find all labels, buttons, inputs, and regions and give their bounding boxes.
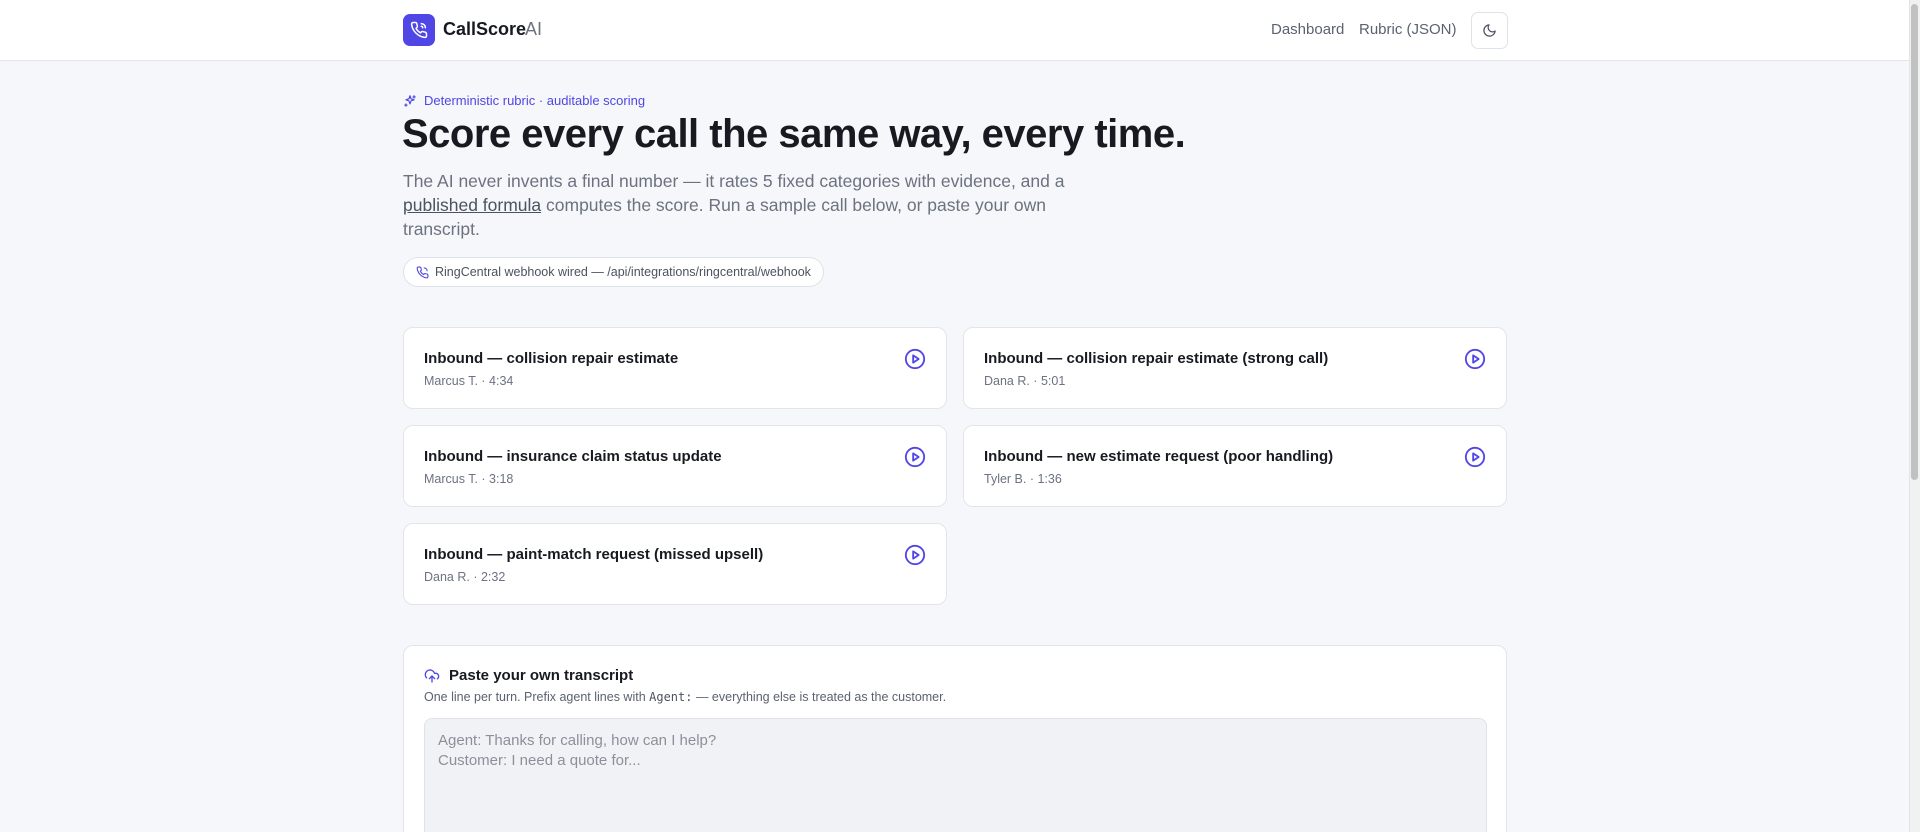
sample-call-card[interactable]: Inbound — collision repair estimate (str…: [963, 327, 1507, 409]
play-circle-icon[interactable]: [1464, 348, 1486, 370]
paste-transcript-panel: Paste your own transcript One line per t…: [403, 645, 1507, 832]
brand-name[interactable]: CallScore: [443, 19, 526, 40]
sample-call-title: Inbound — collision repair estimate: [424, 350, 679, 367]
brand-suffix: AI: [525, 19, 543, 39]
nav-rubric-json-link[interactable]: Rubric (JSON): [1359, 21, 1457, 38]
subtitle-text-start: The AI never invents a final number — it…: [403, 171, 1065, 191]
sample-call-title: Inbound — collision repair estimate (str…: [984, 350, 1329, 367]
webhook-status-pill: RingCentral webhook wired — /api/integra…: [403, 257, 824, 287]
paste-panel-description: One line per turn. Prefix agent lines wi…: [424, 690, 946, 704]
webhook-status-text: RingCentral webhook wired — /api/integra…: [435, 265, 811, 279]
nav-dashboard-link[interactable]: Dashboard: [1271, 21, 1344, 38]
sample-call-card[interactable]: Inbound — insurance claim status update …: [403, 425, 947, 507]
sample-call-meta: Marcus T. · 4:34: [424, 374, 514, 388]
play-circle-icon[interactable]: [904, 544, 926, 566]
agent-prefix-code: Agent:: [649, 690, 693, 704]
sample-call-title: Inbound — new estimate request (poor han…: [984, 448, 1334, 465]
desc-text-start: One line per turn. Prefix agent lines wi…: [424, 690, 650, 704]
sample-call-card[interactable]: Inbound — collision repair estimate Marc…: [403, 327, 947, 409]
paste-panel-title: Paste your own transcript: [449, 667, 634, 684]
sparkles-icon: [404, 94, 416, 107]
transcript-textarea[interactable]: [424, 718, 1487, 832]
sample-call-title: Inbound — paint-match request (missed up…: [424, 546, 764, 563]
theme-toggle-button[interactable]: [1471, 12, 1508, 49]
hero-subtitle: The AI never invents a final number — it…: [403, 169, 1083, 241]
published-formula-link[interactable]: published formula: [403, 195, 541, 215]
scrollbar-thumb[interactable]: [1911, 4, 1918, 480]
moon-icon: [1483, 24, 1496, 37]
upload-cloud-icon: [424, 669, 440, 683]
sample-call-meta: Tyler B. · 1:36: [984, 472, 1062, 486]
sample-call-card[interactable]: Inbound — new estimate request (poor han…: [963, 425, 1507, 507]
top-header: CallScore AI Dashboard Rubric (JSON): [0, 0, 1909, 61]
desc-text-end: — everything else is treated as the cust…: [692, 690, 947, 704]
sample-call-card[interactable]: Inbound — paint-match request (missed up…: [403, 523, 947, 605]
play-circle-icon[interactable]: [1464, 446, 1486, 468]
sample-call-meta: Dana R. · 2:32: [424, 570, 506, 584]
play-circle-icon[interactable]: [904, 348, 926, 370]
sample-call-title: Inbound — insurance claim status update: [424, 448, 722, 465]
sample-call-meta: Marcus T. · 3:18: [424, 472, 514, 486]
eyebrow-text: Deterministic rubric · auditable scoring: [424, 93, 646, 108]
sample-call-meta: Dana R. · 5:01: [984, 374, 1066, 388]
page-scrollbar[interactable]: [1909, 0, 1920, 832]
phone-incoming-icon: [416, 266, 429, 278]
hero-eyebrow: Deterministic rubric · auditable scoring: [403, 93, 645, 108]
page-title: Score every call the same way, every tim…: [402, 112, 1186, 156]
play-circle-icon[interactable]: [904, 446, 926, 468]
phone-logo-icon[interactable]: [403, 14, 435, 46]
